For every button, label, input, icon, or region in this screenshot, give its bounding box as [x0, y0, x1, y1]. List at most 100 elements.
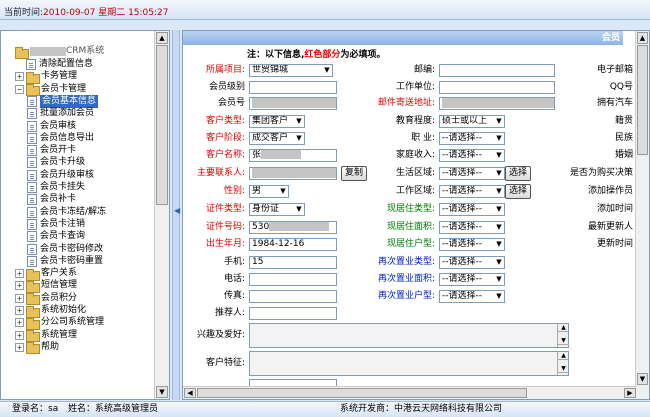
- tree-item[interactable]: 会员审核: [27, 120, 76, 133]
- expand-icon[interactable]: +: [15, 318, 24, 328]
- scroll-thumb[interactable]: [637, 45, 648, 155]
- tree-item[interactable]: 会员信息导出: [27, 132, 94, 145]
- form-vertical-scrollbar[interactable]: ▲ ▼: [635, 31, 649, 399]
- tree-item-label: 批量添加会员: [40, 108, 95, 119]
- label-belong-project: 所属项目:: [205, 65, 245, 75]
- textarea-scrollbar[interactable]: ▲ ▼: [557, 324, 569, 347]
- choose-life-area-button[interactable]: 选择: [505, 166, 531, 181]
- status-bar: 登录名：sa 姓名：系统高级管理员 系统开发商：中港云天网络科技有限公司: [0, 401, 650, 417]
- expand-icon[interactable]: +: [15, 330, 24, 340]
- life-area-select[interactable]: --请选择-- ▼: [439, 167, 505, 180]
- tree-item[interactable]: 清除配置信息: [15, 58, 93, 71]
- member-no-field[interactable]: [249, 97, 337, 110]
- re-buy-area-select[interactable]: --请选择-- ▼: [439, 273, 505, 286]
- birth-date-field[interactable]: 1984-12-16: [249, 238, 337, 251]
- scroll-down-icon[interactable]: ▼: [637, 373, 648, 385]
- gender-select[interactable]: 男 ▼: [249, 185, 289, 198]
- scroll-right-icon[interactable]: ▶: [624, 388, 636, 398]
- expand-icon[interactable]: +: [15, 72, 24, 82]
- tree-item[interactable]: + 系统初始化: [15, 304, 87, 318]
- blurred-name: [261, 150, 302, 159]
- customer-stage-select[interactable]: 成交客户 ▼: [249, 132, 305, 145]
- blurred-address: [442, 98, 554, 108]
- tree-item[interactable]: 会员升级审核: [27, 169, 94, 182]
- tree-item[interactable]: − 会员卡管理: [15, 83, 86, 97]
- education-select[interactable]: 硕士或以上 ▼: [439, 115, 505, 128]
- scroll-thumb[interactable]: [197, 388, 527, 398]
- document-icon: [27, 157, 37, 169]
- expand-icon[interactable]: +: [15, 281, 24, 291]
- tree-item[interactable]: + 分公司系统管理: [15, 316, 104, 330]
- postcode-field[interactable]: [439, 64, 555, 77]
- collapse-arrow-icon[interactable]: ◀: [174, 206, 180, 215]
- referrer-field[interactable]: [249, 307, 337, 320]
- customer-type-select[interactable]: 集团客户 ▼: [249, 115, 305, 128]
- textarea-scrollbar[interactable]: ▲ ▼: [557, 352, 569, 375]
- features-textarea[interactable]: ▲ ▼: [249, 351, 569, 376]
- tree-scrollbar[interactable]: ▲ ▼: [154, 31, 169, 399]
- tree-item[interactable]: 会员卡冻结/解冻: [27, 206, 106, 219]
- job-select[interactable]: --请选择-- ▼: [439, 132, 505, 145]
- cur-housing-area-select[interactable]: --请选择-- ▼: [439, 221, 505, 234]
- tree-item[interactable]: 会员开卡: [27, 144, 76, 157]
- expand-icon[interactable]: +: [15, 293, 24, 303]
- tree-item[interactable]: + 系统管理: [15, 329, 77, 343]
- document-icon: [27, 95, 37, 107]
- scroll-left-icon[interactable]: ◀: [184, 388, 196, 398]
- customer-name-field[interactable]: 张: [249, 149, 337, 162]
- tree-item[interactable]: 会员卡挂失: [27, 181, 85, 194]
- tree-item[interactable]: 会员卡密码修改: [27, 243, 103, 256]
- expand-icon[interactable]: +: [15, 269, 24, 279]
- expand-icon[interactable]: +: [15, 306, 24, 315]
- tree-item[interactable]: 会员基本信息: [27, 94, 99, 108]
- tree-item[interactable]: + 短信管理: [15, 279, 77, 293]
- id-no-field[interactable]: 530: [249, 221, 337, 234]
- re-buy-type-select[interactable]: --请选择-- ▼: [439, 256, 505, 269]
- main-contact-field[interactable]: [249, 167, 337, 180]
- tree-item-label: 系统初始化: [41, 305, 87, 315]
- tree-item[interactable]: + 卡务管理: [15, 70, 77, 84]
- tree-item[interactable]: + 客户关系: [15, 267, 77, 281]
- document-icon: [27, 206, 37, 218]
- chevron-down-icon: ▼: [494, 168, 504, 179]
- belong-project-select[interactable]: 世贸锦城 ▼: [249, 64, 333, 77]
- label-member-level: 会员级别: [208, 82, 245, 92]
- family-income-select[interactable]: --请选择-- ▼: [439, 149, 505, 162]
- cur-housing-type-select[interactable]: --请选择-- ▼: [439, 203, 505, 216]
- tree-root[interactable]: CRM系统: [15, 45, 104, 59]
- id-type-select[interactable]: 身份证 ▼: [249, 203, 305, 216]
- phone-field[interactable]: [249, 273, 337, 286]
- hobbies-textarea[interactable]: ▲ ▼: [249, 323, 569, 348]
- document-icon: [27, 243, 37, 255]
- tree-item[interactable]: 会员补卡: [27, 193, 76, 206]
- tree-item[interactable]: 会员卡查询: [27, 230, 85, 243]
- document-icon: [27, 120, 37, 132]
- member-level-field[interactable]: [249, 81, 337, 94]
- tree-item[interactable]: + 帮助: [15, 341, 59, 355]
- blurred-member-no: [252, 98, 336, 108]
- re-buy-type2-select[interactable]: --请选择-- ▼: [439, 290, 505, 303]
- tree-item[interactable]: + 会员积分: [15, 292, 77, 306]
- scroll-up-icon[interactable]: ▲: [637, 32, 648, 44]
- mobile-field[interactable]: 15: [249, 256, 337, 269]
- tree-item[interactable]: 批量添加会员: [27, 107, 94, 120]
- panel-splitter[interactable]: ◀: [172, 30, 180, 400]
- work-unit-field[interactable]: [439, 81, 555, 94]
- collapse-icon[interactable]: −: [15, 84, 24, 94]
- chevron-down-icon: ▼: [494, 274, 504, 285]
- scroll-up-icon[interactable]: ▲: [156, 32, 168, 44]
- mail-address-field[interactable]: [439, 97, 555, 110]
- tree-item[interactable]: 会员卡注销: [27, 218, 85, 231]
- choose-work-area-button[interactable]: 选择: [505, 184, 531, 199]
- tree-item[interactable]: 会员卡密码重置: [27, 255, 103, 268]
- label-birth-date: 出生年月:: [205, 239, 245, 249]
- form-horizontal-scrollbar[interactable]: ◀ ▶: [183, 386, 637, 399]
- scroll-thumb[interactable]: [156, 45, 168, 205]
- cur-housing-type2-select[interactable]: --请选择-- ▼: [439, 238, 505, 251]
- chevron-down-icon: ▼: [494, 204, 504, 215]
- tree-item[interactable]: 会员卡升级: [27, 156, 85, 169]
- expand-icon[interactable]: +: [15, 342, 24, 352]
- work-area-select[interactable]: --请选择-- ▼: [439, 185, 505, 198]
- scroll-down-icon[interactable]: ▼: [156, 386, 168, 398]
- fax-field[interactable]: [249, 290, 337, 303]
